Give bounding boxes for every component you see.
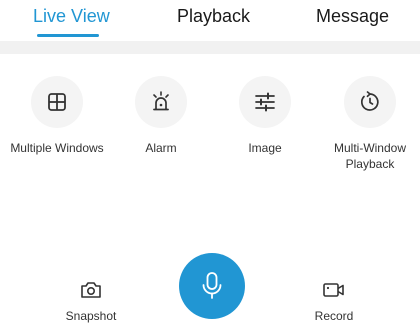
snapshot-button[interactable]: Snapshot <box>51 280 131 323</box>
active-tab-indicator <box>37 34 99 37</box>
multi-window-playback-button[interactable]: Multi-Window Playback <box>315 76 420 172</box>
image-label: Image <box>248 141 282 155</box>
alarm-siren-icon <box>135 76 187 128</box>
microphone-icon <box>202 272 222 299</box>
video-camera-icon <box>323 283 344 297</box>
sliders-icon <box>239 76 291 128</box>
grid-icon <box>31 76 83 128</box>
tab-playback[interactable]: Playback <box>177 6 250 27</box>
top-tabs: Live View Playback Message <box>0 0 420 40</box>
alarm-button[interactable]: Alarm <box>106 76 216 156</box>
tab-message[interactable]: Message <box>316 6 389 27</box>
tab-live-view[interactable]: Live View <box>33 6 110 27</box>
alarm-label: Alarm <box>145 141 177 155</box>
snapshot-label: Snapshot <box>65 309 117 323</box>
playback-icon <box>344 76 396 128</box>
camera-icon <box>81 282 101 298</box>
live-view-screen: Live View Playback Message Multiple Wind… <box>0 0 420 332</box>
record-label: Record <box>314 309 354 323</box>
multiple-windows-button[interactable]: Multiple Windows <box>2 76 112 156</box>
section-divider <box>0 41 420 54</box>
multiple-windows-label: Multiple Windows <box>10 141 104 155</box>
talk-button[interactable] <box>179 253 245 319</box>
image-button[interactable]: Image <box>210 76 320 156</box>
multi-window-playback-label: Multi-Window Playback <box>333 141 406 171</box>
record-button[interactable]: Record <box>294 280 374 323</box>
